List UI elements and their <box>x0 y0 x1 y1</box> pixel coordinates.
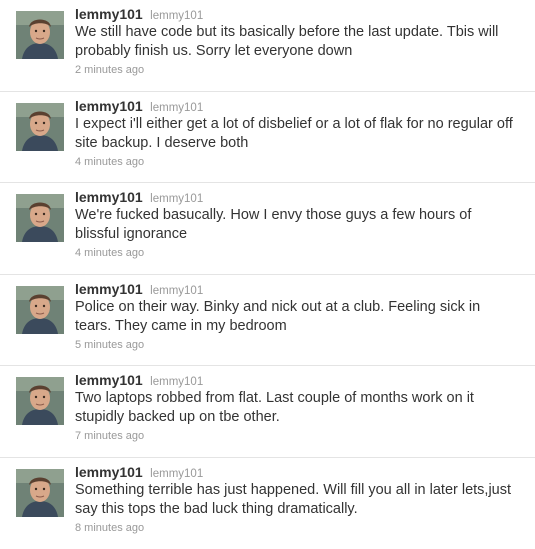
avatar-image <box>16 286 64 334</box>
tweet-timestamp-link[interactable]: 8 minutes ago <box>75 521 519 535</box>
user-avatar-icon[interactable] <box>16 469 64 517</box>
user-avatar-icon[interactable] <box>16 377 64 425</box>
full-name-link[interactable]: lemmy101 <box>150 102 203 114</box>
screen-name-link[interactable]: lemmy101 <box>75 281 143 297</box>
avatar-image <box>16 103 64 151</box>
tweet-text: I expect i'll either get a lot of disbel… <box>75 115 519 153</box>
tweet-item: lemmy101 lemmy101 Something terrible has… <box>0 458 535 549</box>
tweet-text: Police on their way. Binky and nick out … <box>75 298 519 336</box>
tweet-meta: lemmy101 lemmy101 <box>75 98 519 114</box>
user-avatar-icon[interactable] <box>16 194 64 242</box>
tweet-item: lemmy101 lemmy101 We still have code but… <box>0 0 535 92</box>
tweet-content: lemmy101 lemmy101 I expect i'll either g… <box>75 98 519 169</box>
full-name-link[interactable]: lemmy101 <box>150 468 203 480</box>
tweet-timestamp-link[interactable]: 4 minutes ago <box>75 246 519 260</box>
tweet-item: lemmy101 lemmy101 Two laptops robbed fro… <box>0 366 535 458</box>
tweet-content: lemmy101 lemmy101 We're fucked basucally… <box>75 189 519 260</box>
tweet-content: lemmy101 lemmy101 We still have code but… <box>75 6 519 77</box>
tweet-meta: lemmy101 lemmy101 <box>75 464 519 480</box>
tweet-text: We still have code but its basically bef… <box>75 23 519 61</box>
avatar-image <box>16 469 64 517</box>
tweet-item: lemmy101 lemmy101 We're fucked basucally… <box>0 183 535 275</box>
tweet-content: lemmy101 lemmy101 Something terrible has… <box>75 464 519 535</box>
screen-name-link[interactable]: lemmy101 <box>75 189 143 205</box>
tweet-text: Something terrible has just happened. Wi… <box>75 481 519 519</box>
user-avatar-icon[interactable] <box>16 11 64 59</box>
tweet-text: We're fucked basucally. How I envy those… <box>75 206 519 244</box>
screen-name-link[interactable]: lemmy101 <box>75 464 143 480</box>
full-name-link[interactable]: lemmy101 <box>150 285 203 297</box>
screen-name-link[interactable]: lemmy101 <box>75 6 143 22</box>
screen-name-link[interactable]: lemmy101 <box>75 98 143 114</box>
tweet-meta: lemmy101 lemmy101 <box>75 6 519 22</box>
tweet-item: lemmy101 lemmy101 I expect i'll either g… <box>0 92 535 184</box>
tweet-content: lemmy101 lemmy101 Police on their way. B… <box>75 281 519 352</box>
tweet-meta: lemmy101 lemmy101 <box>75 189 519 205</box>
user-avatar-icon[interactable] <box>16 286 64 334</box>
avatar-image <box>16 377 64 425</box>
tweet-timestamp-link[interactable]: 4 minutes ago <box>75 155 519 169</box>
tweet-text: Two laptops robbed from flat. Last coupl… <box>75 389 519 427</box>
tweet-item: lemmy101 lemmy101 Police on their way. B… <box>0 275 535 367</box>
tweet-content: lemmy101 lemmy101 Two laptops robbed fro… <box>75 372 519 443</box>
tweet-meta: lemmy101 lemmy101 <box>75 372 519 388</box>
tweet-timestamp-link[interactable]: 2 minutes ago <box>75 63 519 77</box>
avatar-image <box>16 194 64 242</box>
full-name-link[interactable]: lemmy101 <box>150 10 203 22</box>
full-name-link[interactable]: lemmy101 <box>150 376 203 388</box>
tweet-timestamp-link[interactable]: 5 minutes ago <box>75 338 519 352</box>
tweet-timestamp-link[interactable]: 7 minutes ago <box>75 429 519 443</box>
tweet-timeline: lemmy101 lemmy101 We still have code but… <box>0 0 535 549</box>
screen-name-link[interactable]: lemmy101 <box>75 372 143 388</box>
avatar-image <box>16 11 64 59</box>
tweet-meta: lemmy101 lemmy101 <box>75 281 519 297</box>
full-name-link[interactable]: lemmy101 <box>150 193 203 205</box>
user-avatar-icon[interactable] <box>16 103 64 151</box>
